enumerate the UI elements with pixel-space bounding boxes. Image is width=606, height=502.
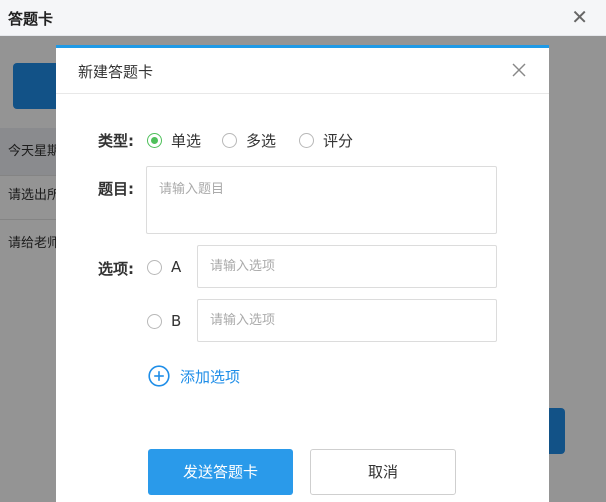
option-a-radio[interactable]: A xyxy=(147,258,181,276)
option-a-input[interactable]: 请输入选项 xyxy=(197,245,497,288)
plus-circle-icon xyxy=(148,365,170,387)
radio-rating[interactable]: 评分 xyxy=(299,130,353,151)
option-letter: B xyxy=(171,312,182,330)
options-label: 选项: xyxy=(98,260,134,278)
close-icon[interactable] xyxy=(511,62,527,78)
radio-unchecked-icon xyxy=(147,313,162,329)
question-label: 题目: xyxy=(98,180,134,198)
add-option-button[interactable]: 添加选项 xyxy=(148,365,240,387)
option-b-radio[interactable]: B xyxy=(147,312,181,330)
option-letter: A xyxy=(171,258,182,276)
radio-label: 多选 xyxy=(246,132,277,150)
background-header: 答题卡 ✕ xyxy=(0,0,606,36)
question-input[interactable]: 请输入题目 xyxy=(146,166,497,234)
radio-label: 单选 xyxy=(171,132,202,150)
radio-label: 评分 xyxy=(323,132,354,150)
radio-single-choice[interactable]: 单选 xyxy=(147,130,201,151)
dialog-header: 新建答题卡 xyxy=(56,48,549,94)
option-b-input[interactable]: 请输入选项 xyxy=(197,299,497,342)
background-close-icon[interactable]: ✕ xyxy=(571,6,588,28)
add-option-label: 添加选项 xyxy=(180,367,241,386)
radio-unchecked-icon xyxy=(147,259,162,275)
radio-multiple-choice[interactable]: 多选 xyxy=(222,130,276,151)
radio-checked-icon xyxy=(147,133,162,148)
new-answer-card-dialog: 新建答题卡 类型: 单选 多选 评分 题目: 请输入题目 选项: A 请输入选项… xyxy=(56,45,549,502)
radio-unchecked-icon xyxy=(222,133,237,148)
background-title: 答题卡 xyxy=(8,10,54,28)
type-label: 类型: xyxy=(98,132,134,150)
cancel-button[interactable]: 取消 xyxy=(310,449,456,495)
send-answer-card-button[interactable]: 发送答题卡 xyxy=(148,449,293,495)
dialog-title: 新建答题卡 xyxy=(78,63,154,81)
radio-unchecked-icon xyxy=(299,133,314,148)
